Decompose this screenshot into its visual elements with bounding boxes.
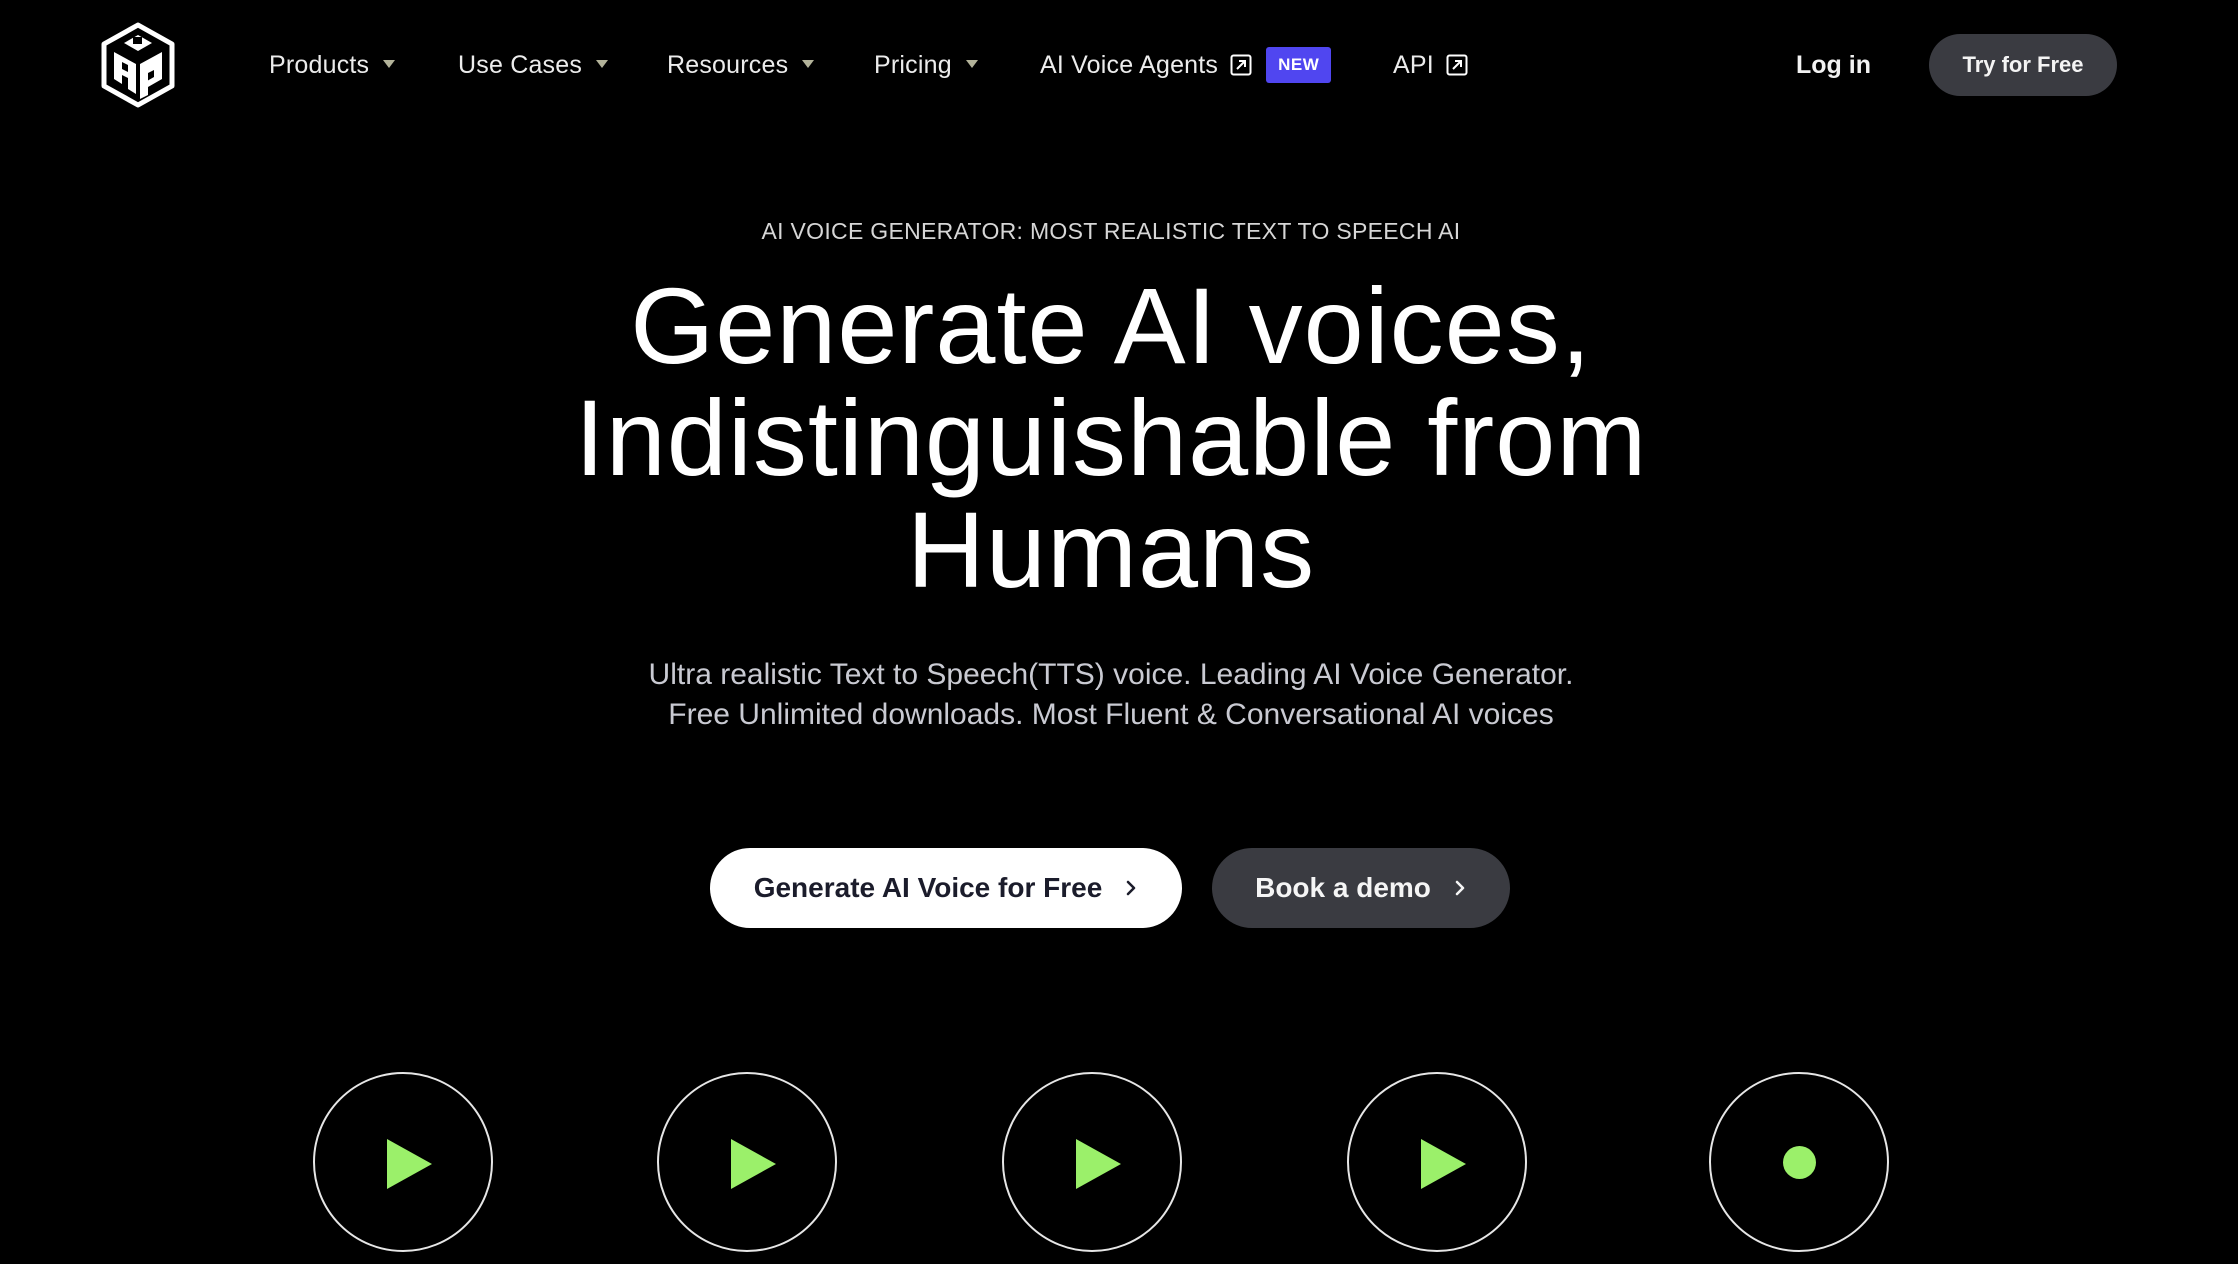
generate-ai-voice-button[interactable]: Generate AI Voice for Free (710, 848, 1182, 928)
nav-item-label: API (1393, 50, 1434, 79)
nav-item-label: Pricing (874, 50, 952, 79)
nav-item-resources[interactable]: Resources (667, 45, 815, 85)
hero-eyebrow: AI VOICE GENERATOR: MOST REALISTIC TEXT … (761, 218, 1461, 244)
voice-sample-play-button[interactable] (657, 1072, 837, 1252)
nav-item-use-cases[interactable]: Use Cases (458, 45, 609, 85)
top-nav: Products Use Cases Resources Pricing AI … (0, 0, 2238, 130)
cta-label: Book a demo (1255, 872, 1431, 903)
subtitle-line: Free Unlimited downloads. Most Fluent & … (668, 698, 1554, 731)
hero-headline: Generate AI voices, Indistinguishable fr… (0, 270, 2222, 606)
voice-sample-play-button[interactable] (313, 1072, 493, 1252)
record-dot-icon (1783, 1146, 1816, 1179)
book-demo-button[interactable]: Book a demo (1212, 848, 1510, 928)
nav-item-ai-voice-agents[interactable]: AI Voice Agents NEW (1040, 45, 1332, 85)
nav-item-api[interactable]: API (1393, 45, 1468, 85)
nav-item-label: Products (269, 50, 370, 79)
chevron-down-icon (802, 60, 815, 68)
chevron-right-icon (1124, 879, 1138, 897)
page: Products Use Cases Resources Pricing AI … (0, 0, 2238, 1264)
headline-line: Generate AI voices, (630, 265, 1592, 386)
chevron-down-icon (965, 60, 978, 68)
voice-sample-play-button[interactable] (1002, 1072, 1182, 1252)
external-link-icon (1446, 54, 1468, 76)
logo[interactable] (100, 22, 176, 108)
try-for-free-button[interactable]: Try for Free (1929, 34, 2117, 96)
hero-subtitle: Ultra realistic Text to Speech(TTS) voic… (0, 655, 2222, 735)
play-icon (731, 1139, 776, 1189)
chevron-down-icon (383, 60, 396, 68)
logo-cube-icon (101, 22, 175, 108)
cta-label: Generate AI Voice for Free (753, 872, 1103, 903)
login-link[interactable]: Log in (1796, 45, 1871, 85)
nav-item-label: Use Cases (458, 50, 583, 79)
nav-item-pricing[interactable]: Pricing (874, 45, 978, 85)
play-icon (1076, 1139, 1121, 1189)
chevron-down-icon (596, 60, 609, 68)
new-badge: NEW (1266, 47, 1332, 83)
nav-item-products[interactable]: Products (269, 45, 396, 85)
voice-sample-play-button[interactable] (1347, 1072, 1527, 1252)
headline-line: Indistinguishable from (574, 377, 1648, 498)
headline-line: Humans (906, 489, 1316, 610)
external-link-icon (1230, 54, 1252, 76)
play-icon (1421, 1139, 1466, 1189)
chevron-right-icon (1453, 879, 1467, 897)
nav-item-label: Resources (667, 50, 789, 79)
voice-sample-active-button[interactable] (1709, 1072, 1889, 1252)
nav-item-label: AI Voice Agents (1040, 50, 1219, 79)
play-icon (387, 1139, 432, 1189)
subtitle-line: Ultra realistic Text to Speech(TTS) voic… (648, 658, 1574, 691)
